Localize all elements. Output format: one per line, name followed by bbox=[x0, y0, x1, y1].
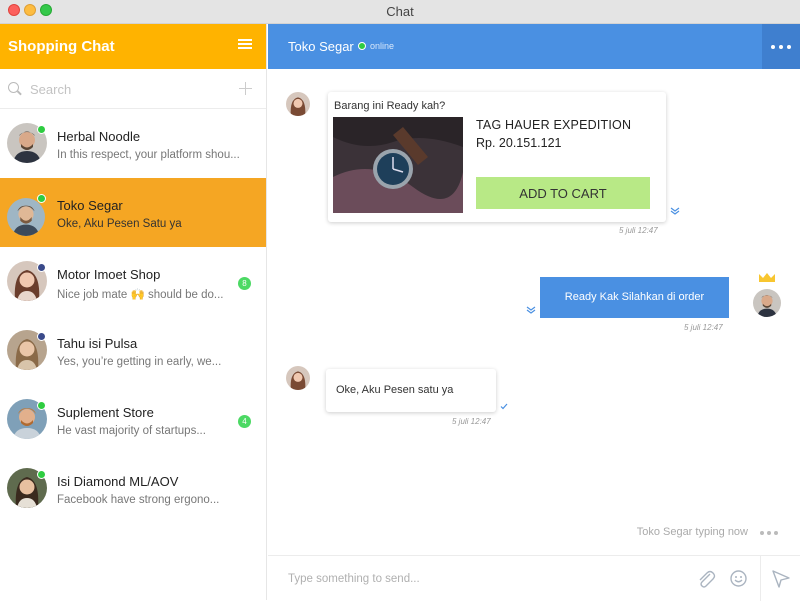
message-text: Barang ini Ready kah? bbox=[334, 100, 446, 112]
contact-item-suplement-store[interactable]: Suplement Store He vast majority of star… bbox=[0, 385, 266, 454]
message-time: 5 juli 12:47 bbox=[684, 323, 723, 332]
product-name: TAG HAUER EXPEDITION bbox=[476, 118, 632, 132]
search-bar bbox=[0, 69, 266, 109]
typing-dots-icon bbox=[760, 531, 780, 535]
contact-name: Motor Imoet Shop bbox=[57, 267, 161, 282]
contact-item-motor-imoet-shop[interactable]: Motor Imoet Shop Nice job mate 🙌 should … bbox=[0, 247, 266, 316]
message-time: 5 juli 12:47 bbox=[619, 226, 658, 235]
online-status-text: online bbox=[370, 41, 395, 51]
double-check-icon bbox=[670, 207, 680, 217]
contact-name: Toko Segar bbox=[57, 198, 123, 213]
menu-icon[interactable] bbox=[238, 39, 252, 51]
more-options-button[interactable] bbox=[762, 24, 800, 69]
attach-icon[interactable] bbox=[696, 570, 716, 588]
sidebar: Shopping Chat Herbal Noodle In this resp… bbox=[0, 24, 267, 600]
avatar bbox=[7, 198, 45, 236]
window-title: Chat bbox=[386, 4, 414, 19]
sender-avatar bbox=[286, 92, 310, 116]
unread-badge: 8 bbox=[238, 277, 251, 290]
search-icon bbox=[8, 82, 19, 93]
search-input[interactable] bbox=[30, 79, 230, 99]
message-time: 5 juli 12:47 bbox=[452, 417, 491, 426]
my-avatar bbox=[753, 289, 781, 317]
sidebar-title: Shopping Chat bbox=[8, 38, 115, 55]
contact-preview: Facebook have strong ergono... bbox=[57, 494, 220, 506]
message-composer bbox=[268, 555, 800, 601]
contact-name: Isi Diamond ML/AOV bbox=[57, 474, 179, 489]
contact-item-toko-segar[interactable]: Toko Segar Oke, Aku Pesen Satu ya bbox=[0, 178, 266, 247]
away-status-dot bbox=[37, 263, 46, 272]
online-status-dot bbox=[37, 401, 46, 410]
app-window: Chat Shopping Chat Herbal Noodle In this… bbox=[0, 0, 800, 601]
typing-indicator: Toko Segar typing now bbox=[636, 526, 748, 538]
crown-icon bbox=[758, 270, 776, 282]
message-input[interactable] bbox=[288, 569, 668, 589]
contact-preview: Nice job mate 🙌 should be do... bbox=[57, 289, 224, 301]
online-status-dot bbox=[37, 125, 46, 134]
add-to-cart-button[interactable]: ADD TO CART bbox=[476, 177, 650, 209]
contact-item-herbal-noodle[interactable]: Herbal Noodle In this respect, your plat… bbox=[0, 109, 266, 178]
product-image[interactable] bbox=[333, 117, 463, 213]
outgoing-message: Ready Kak Silahkan di order bbox=[540, 277, 729, 318]
product-card: Barang ini Ready kah? TAG HAUER EXPEDITI… bbox=[328, 92, 666, 222]
check-icon bbox=[500, 402, 508, 412]
away-status-dot bbox=[37, 332, 46, 341]
chat-panel: Toko Segar online Barang ini Ready kah? bbox=[268, 24, 800, 601]
contact-list: Herbal Noodle In this respect, your plat… bbox=[0, 109, 266, 523]
send-button[interactable] bbox=[760, 556, 800, 601]
contact-preview: Oke, Aku Pesen Satu ya bbox=[57, 218, 182, 230]
title-bar: Chat bbox=[0, 0, 800, 24]
add-chat-icon[interactable] bbox=[239, 82, 252, 95]
unread-badge: 4 bbox=[238, 415, 251, 428]
contact-name: Tahu isi Pulsa bbox=[57, 336, 138, 351]
contact-preview: He vast majority of startups... bbox=[57, 425, 206, 437]
sidebar-header: Shopping Chat bbox=[0, 24, 266, 69]
incoming-message: Oke, Aku Pesen satu ya bbox=[326, 369, 496, 412]
contact-item-tahu-isi-pulsa[interactable]: Tahu isi Pulsa Yes, you’re getting in ea… bbox=[0, 316, 266, 385]
chat-contact-name: Toko Segar bbox=[288, 39, 354, 54]
contact-item-isi-diamond[interactable]: Isi Diamond ML/AOV Facebook have strong … bbox=[0, 454, 266, 523]
online-status-dot bbox=[358, 42, 366, 50]
contact-name: Herbal Noodle bbox=[57, 129, 141, 144]
send-icon bbox=[771, 569, 791, 589]
emoji-icon[interactable] bbox=[730, 570, 747, 587]
contact-name: Suplement Store bbox=[57, 405, 154, 420]
online-status-dot bbox=[37, 194, 46, 203]
double-check-icon bbox=[526, 306, 536, 316]
sender-avatar bbox=[286, 366, 310, 390]
online-status-dot bbox=[37, 470, 46, 479]
contact-preview: Yes, you’re getting in early, we... bbox=[57, 356, 222, 368]
chat-header: Toko Segar online bbox=[268, 24, 800, 69]
contact-preview: In this respect, your platform shou... bbox=[57, 149, 240, 161]
message-area: Barang ini Ready kah? TAG HAUER EXPEDITI… bbox=[268, 69, 800, 555]
product-price: Rp. 20.151.121 bbox=[476, 136, 562, 150]
